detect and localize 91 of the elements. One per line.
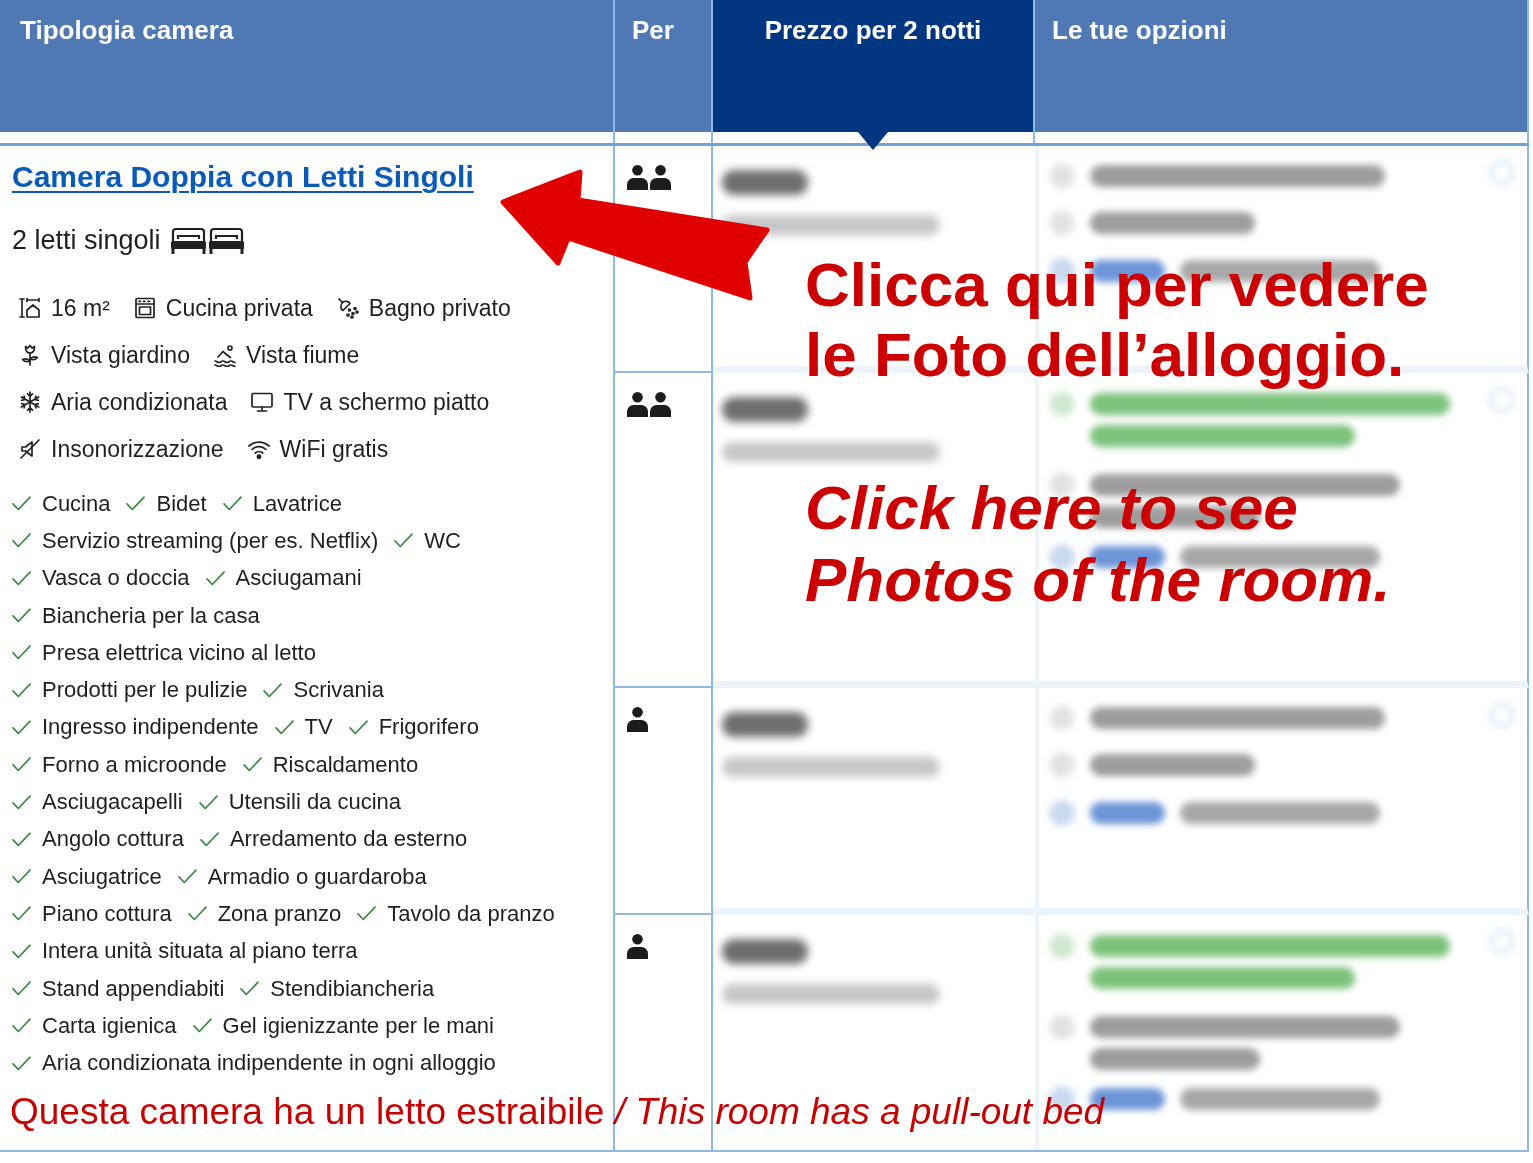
muted-speaker-icon [18,436,42,461]
check-icon [12,682,31,698]
amenity-label: Angolo cottura [42,825,184,854]
amenity-label: TV [304,713,333,742]
facility-label: TV a schermo piatto [283,387,490,416]
ruler-house-icon [18,295,42,320]
note-text: Questa camera ha un letto estraibile / This room has a pull-out bed [10,1091,1105,1133]
amenity-label: Tavolo da pranzo [387,899,555,928]
amenity-label: Stand appendiabiti [42,974,225,1003]
bed-count-label: 2 letti singoli [12,224,161,256]
amenity-label: Carta igienica [42,1011,177,1040]
check-icon [12,906,31,922]
facility-label: Insonorizzazione [51,434,224,463]
shower-icon [335,295,360,320]
facility-label: Aria condizionata [51,387,228,416]
amenity-label: Scrivania [293,676,384,705]
amenity-label: Presa elettrica vicino al letto [42,638,316,667]
amenity-label: WC [424,526,461,555]
amenity-label: Asciugamani [235,564,362,593]
check-icon [126,496,146,512]
facility-label: 16 m² [51,293,110,322]
person-icon [627,707,648,732]
amenity-label: Ingresso indipendente [42,713,259,742]
column-header: Le tue opzioni [1035,0,1527,132]
check-icon [394,533,414,549]
check-icon [263,682,283,698]
check-icon [205,570,225,586]
amenity-label: Servizio streaming (per es. Netflix) [42,526,379,555]
facility-label: Bagno privato [368,293,511,322]
check-icon [348,719,368,735]
amenity-label: Prodotti per le pulizie [42,676,248,705]
check-icon [12,943,31,959]
check-icon [12,645,31,661]
two-persons-icon [627,392,671,417]
column-header: Tipologia camera [0,0,613,132]
amenity-label: Armadio o guardaroba [207,862,427,891]
two-persons-icon [627,165,671,190]
check-icon [12,570,31,586]
amenity-label: Aria condizionata indipendente in ogni alloggio [42,1049,496,1078]
amenity-label: Zona pranzo [217,899,342,928]
amenity-label: Cucina [42,489,111,518]
check-icon [12,869,31,885]
amenity-label: Intera unità situata al piano terra [42,937,358,966]
amenity-label: Biancheria per la casa [42,601,260,630]
check-icon [12,981,31,996]
amenity-label: Asciugatrice [42,862,162,891]
facility-label: Vista giardino [51,340,190,369]
check-icon [12,794,31,810]
amenity-label: Arredamento da esterno [229,825,468,854]
room-title-link[interactable]: Camera Doppia con Letti Singoli [12,160,474,194]
check-icon [12,608,31,624]
snowflake-icon [18,389,42,414]
oven-icon [132,295,157,320]
column-header: Per [615,0,711,132]
check-icon [199,831,219,847]
callout-text: Clicca qui per vedere le Foto dell’alloggio. [805,250,1430,390]
check-icon [187,906,207,922]
person-icon [627,934,648,959]
check-icon [12,496,31,512]
amenity-label: Stendibiancheria [270,974,435,1003]
amenity-label: Utensili da cucina [228,788,402,816]
check-icon [12,757,31,773]
amenity-label: Vasca o doccia [42,564,190,593]
facility-label: Cucina privata [165,293,313,322]
check-icon [12,1055,31,1071]
amenity-label: Bidet [156,489,207,518]
check-icon [12,719,31,735]
amenity-label: Gel igienizzante per le mani [222,1011,494,1040]
check-icon [222,496,242,512]
check-icon [357,906,377,922]
amenity-label: Frigorifero [378,713,479,742]
callout-translation: Click here to see Photos of the room. [805,472,1392,616]
amenity-label: Piano cottura [42,899,172,928]
check-icon [274,719,294,735]
check-icon [177,869,197,885]
check-icon [198,794,218,810]
check-icon [242,757,262,773]
check-icon [12,533,31,549]
amenity-label: Forno a microonde [42,750,227,779]
facility-label: WiFi gratis [279,434,389,463]
beds-icon [169,226,246,254]
facility-label: Vista fiume [245,340,360,369]
amenity-label: Riscaldamento [272,750,419,779]
check-icon [192,1018,212,1034]
waves-icon [212,342,237,367]
check-icon [240,981,260,996]
column-header: Prezzo per 2 notti [713,0,1033,132]
check-icon [12,1018,31,1034]
amenity-label: Lavatrice [252,489,342,518]
check-icon [12,831,31,847]
amenity-label: Asciugacapelli [42,788,183,816]
